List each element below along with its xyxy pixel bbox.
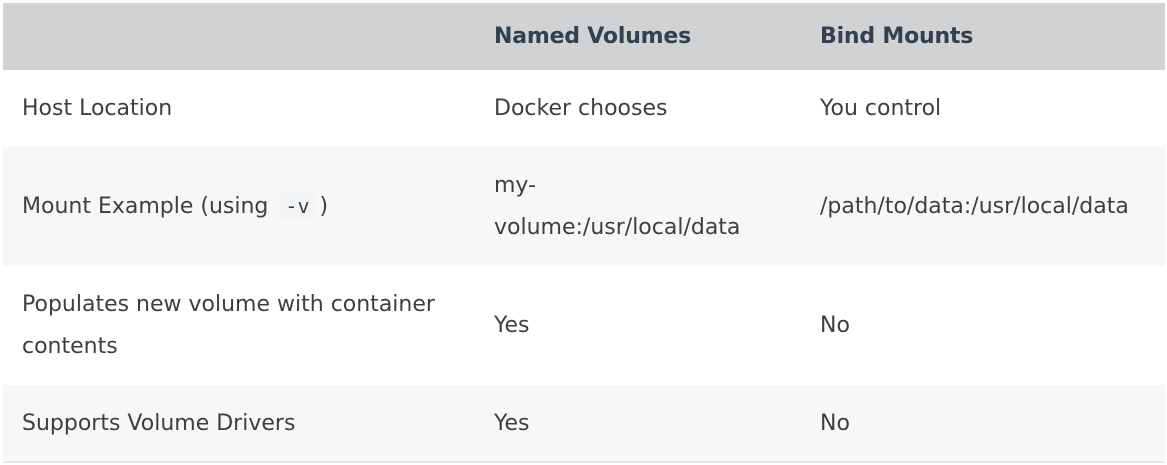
named-volume-example: my-volume:/usr/local/data <box>494 172 741 240</box>
table-header: Named Volumes Bind Mounts <box>3 3 1165 70</box>
row-label-suffix: ) <box>319 194 329 219</box>
bind-mounts-cell: No <box>820 410 850 436</box>
header-cell-blank <box>3 3 475 70</box>
named-volumes-cell: Yes <box>494 312 530 338</box>
header-cell-bind-mounts: Bind Mounts <box>820 24 974 49</box>
bind-mounts-cell: No <box>820 312 850 338</box>
row-label-prefix: Mount Example (using <box>22 194 269 219</box>
bind-mounts-cell: /path/to/data:/usr/local/data <box>820 193 1129 219</box>
table-row: Host Location Docker chooses You control <box>3 70 1165 147</box>
header-row: Named Volumes Bind Mounts <box>3 3 1165 70</box>
row-label: Host Location <box>22 95 173 121</box>
header-cell-named-volumes: Named Volumes <box>494 24 691 49</box>
table-bottom-border <box>3 461 1165 463</box>
bind-mounts-cell: You control <box>820 95 942 121</box>
table-row: Populates new volume with container cont… <box>3 266 1165 385</box>
volumes-vs-bind-mounts-table: Named Volumes Bind Mounts Host Location … <box>3 3 1165 462</box>
comparison-table-container: Named Volumes Bind Mounts Host Location … <box>3 3 1165 463</box>
table-body: Host Location Docker chooses You control… <box>3 70 1165 462</box>
named-volumes-cell: my-volume:/usr/local/data <box>475 147 801 266</box>
named-volumes-cell: Yes <box>494 410 530 436</box>
inline-code-flag: -v <box>279 192 316 220</box>
table-row: Supports Volume Drivers Yes No <box>3 385 1165 462</box>
row-label: Supports Volume Drivers <box>22 410 296 436</box>
named-volumes-cell: Docker chooses <box>494 95 668 121</box>
row-label: Populates new volume with container cont… <box>3 266 475 385</box>
row-label-text: Populates new volume with container cont… <box>22 291 435 359</box>
table-row: Mount Example (using -v) my-volume:/usr/… <box>3 147 1165 266</box>
row-label: Mount Example (using -v) <box>3 147 475 266</box>
